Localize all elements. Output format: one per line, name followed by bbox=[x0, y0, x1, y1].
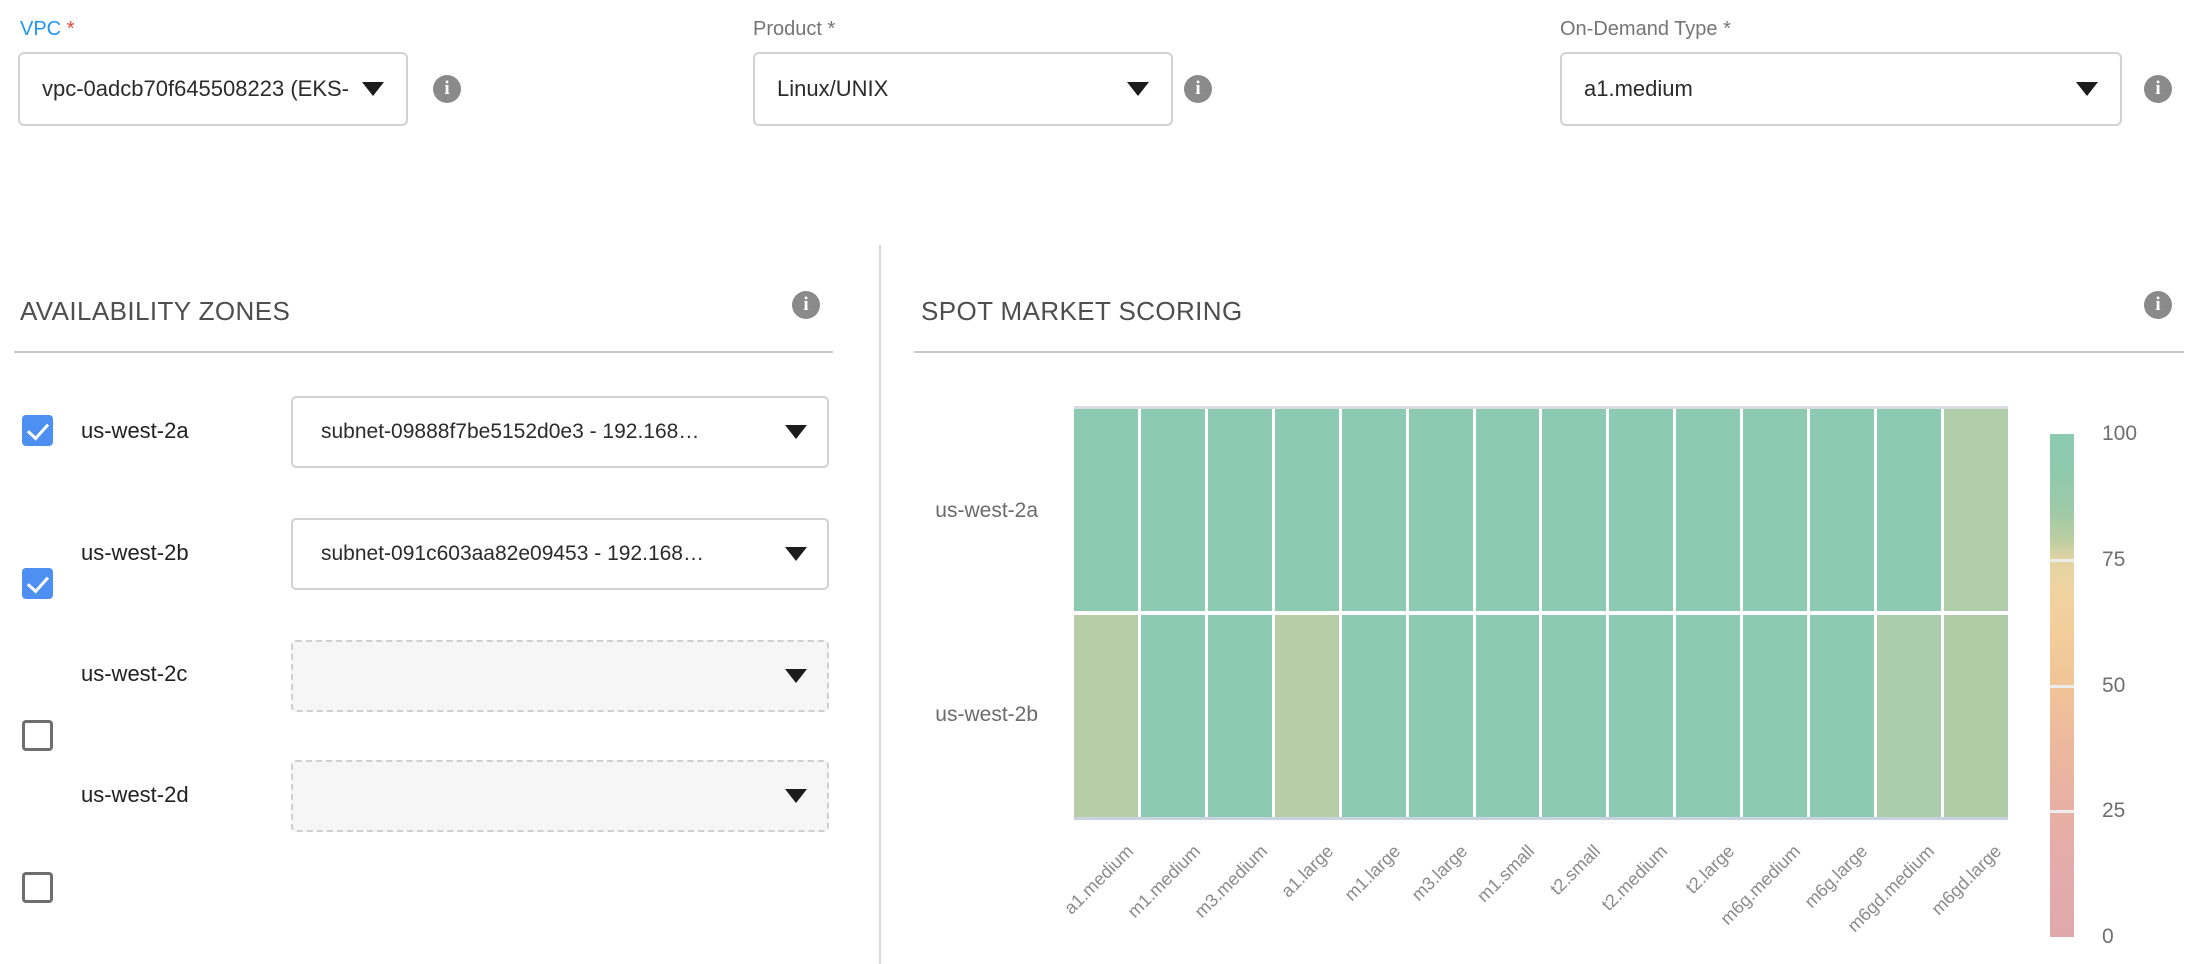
subnet-select-value: subnet-091c603aa82e09453 - 192.168… bbox=[321, 542, 704, 566]
heatmap-cell[interactable] bbox=[1208, 409, 1272, 611]
on-demand-type-info-icon[interactable]: i bbox=[2144, 75, 2172, 103]
zone-checkbox-us-west-2a[interactable] bbox=[22, 415, 53, 446]
heatmap-cell[interactable] bbox=[1074, 615, 1138, 817]
dropdown-caret-icon bbox=[362, 82, 384, 96]
on-demand-type-label: On-Demand Type * bbox=[1560, 18, 1731, 41]
heatmap-row-label: us-west-2b bbox=[935, 703, 1038, 727]
vpc-info-icon[interactable]: i bbox=[433, 75, 461, 103]
zone-label: us-west-2a bbox=[81, 418, 189, 444]
spot-market-scoring-info-icon[interactable]: i bbox=[2144, 291, 2172, 319]
vpc-label: VPC * bbox=[20, 18, 74, 41]
product-info-icon[interactable]: i bbox=[1184, 75, 1212, 103]
legend-tick-label: 50 bbox=[2102, 674, 2125, 698]
heatmap-cell[interactable] bbox=[1342, 409, 1406, 611]
subnet-select-us-west-2c[interactable] bbox=[291, 640, 829, 712]
heatmap-cell[interactable] bbox=[1342, 615, 1406, 817]
dropdown-caret-icon bbox=[2076, 82, 2098, 96]
heatmap-cell[interactable] bbox=[1141, 615, 1205, 817]
availability-zones-divider bbox=[14, 351, 833, 353]
heatmap-color-legend bbox=[2050, 434, 2074, 937]
availability-zones-info-icon[interactable]: i bbox=[792, 291, 820, 319]
subnet-select-us-west-2b[interactable]: subnet-091c603aa82e09453 - 192.168… bbox=[291, 518, 829, 590]
heatmap-cell[interactable] bbox=[1944, 409, 2008, 611]
subnet-select-us-west-2a[interactable]: subnet-09888f7be5152d0e3 - 192.168… bbox=[291, 396, 829, 468]
heatmap-row-label: us-west-2a bbox=[935, 499, 1038, 523]
spot-market-scoring-divider bbox=[914, 351, 2184, 353]
heatmap-cell[interactable] bbox=[1609, 409, 1673, 611]
heatmap-cell[interactable] bbox=[1141, 409, 1205, 611]
on-demand-type-select-value: a1.medium bbox=[1584, 76, 1693, 102]
vpc-select-value: vpc-0adcb70f645508223 (EKS-VPC) bbox=[42, 76, 348, 102]
zone-checkbox-us-west-2d[interactable] bbox=[22, 872, 53, 903]
zone-label: us-west-2d bbox=[81, 782, 189, 808]
availability-zones-title: AVAILABILITY ZONES bbox=[20, 296, 290, 327]
zone-label: us-west-2b bbox=[81, 540, 189, 566]
heatmap-cell[interactable] bbox=[1542, 409, 1606, 611]
heatmap-cell[interactable] bbox=[1542, 615, 1606, 817]
heatmap-cell[interactable] bbox=[1409, 409, 1473, 611]
heatmap-cell[interactable] bbox=[1877, 409, 1941, 611]
on-demand-type-select[interactable]: a1.medium bbox=[1560, 52, 2122, 126]
heatmap-col-label: t2.medium bbox=[1598, 841, 1672, 915]
dropdown-caret-icon bbox=[785, 547, 807, 561]
dropdown-caret-icon bbox=[785, 789, 807, 803]
product-label: Product * bbox=[753, 18, 835, 41]
heatmap-cell[interactable] bbox=[1275, 615, 1339, 817]
dropdown-caret-icon bbox=[785, 669, 807, 683]
heatmap-cell[interactable] bbox=[1877, 615, 1941, 817]
legend-tick-label: 75 bbox=[2102, 548, 2125, 572]
zone-label: us-west-2c bbox=[81, 661, 187, 687]
heatmap-col-label: m6gd.large bbox=[1927, 841, 2006, 920]
heatmap-cell[interactable] bbox=[1810, 409, 1874, 611]
dropdown-caret-icon bbox=[785, 425, 807, 439]
heatmap-cell[interactable] bbox=[1275, 409, 1339, 611]
heatmap-cell[interactable] bbox=[1476, 615, 1540, 817]
legend-tick-label: 0 bbox=[2102, 925, 2114, 949]
heatmap-cell[interactable] bbox=[1810, 615, 1874, 817]
zone-checkbox-us-west-2b[interactable] bbox=[22, 568, 53, 599]
heatmap-col-label: m1.small bbox=[1473, 841, 1539, 907]
heatmap-cell[interactable] bbox=[1609, 615, 1673, 817]
heatmap-col-label: t2.small bbox=[1547, 841, 1606, 900]
heatmap-cell[interactable] bbox=[1208, 615, 1272, 817]
heatmap-cell[interactable] bbox=[1944, 615, 2008, 817]
heatmap-cell[interactable] bbox=[1676, 409, 1740, 611]
zone-checkbox-us-west-2c[interactable] bbox=[22, 720, 53, 751]
heatmap-cell[interactable] bbox=[1476, 409, 1540, 611]
legend-tick-line bbox=[2050, 559, 2074, 562]
heatmap-col-label: a1.large bbox=[1277, 841, 1338, 902]
vpc-select[interactable]: vpc-0adcb70f645508223 (EKS-VPC) bbox=[18, 52, 408, 126]
subnet-select-us-west-2d[interactable] bbox=[291, 760, 829, 832]
heatmap-col-label: m1.large bbox=[1341, 841, 1405, 905]
heatmap-col-labels: a1.mediumm1.mediumm3.mediuma1.largem1.la… bbox=[1074, 817, 2008, 964]
heatmap-col-label: m3.large bbox=[1407, 841, 1471, 905]
dropdown-caret-icon bbox=[1127, 82, 1149, 96]
legend-tick-label: 100 bbox=[2102, 422, 2137, 446]
heatmap-cell[interactable] bbox=[1074, 409, 1138, 611]
heatmap-cell[interactable] bbox=[1743, 409, 1807, 611]
heatmap-col-label: t2.large bbox=[1681, 841, 1738, 898]
heatmap-row-labels: us-west-2a us-west-2b bbox=[828, 0, 1038, 964]
subnet-select-value: subnet-09888f7be5152d0e3 - 192.168… bbox=[321, 420, 699, 444]
heatmap-cell[interactable] bbox=[1676, 615, 1740, 817]
legend-tick-line bbox=[2050, 810, 2074, 813]
spot-market-heatmap bbox=[1074, 406, 2008, 820]
heatmap-cell[interactable] bbox=[1743, 615, 1807, 817]
heatmap-cell[interactable] bbox=[1409, 615, 1473, 817]
legend-tick-label: 25 bbox=[2102, 799, 2125, 823]
legend-tick-line bbox=[2050, 685, 2074, 688]
